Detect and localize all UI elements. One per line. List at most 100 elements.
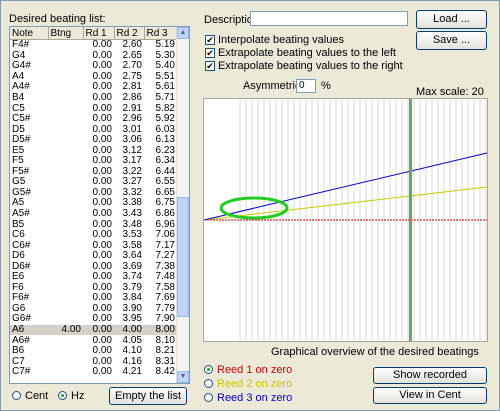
save-button[interactable]: Save ... [416,31,487,50]
table-cell: 5.92 [155,113,175,125]
table-cell: 0.00 [92,250,112,262]
scroll-up-icon[interactable]: ▲ [177,27,189,39]
table-cell: B6 [12,345,25,357]
table-cell: 0.00 [92,271,112,283]
view-in-cent-button[interactable]: View in Cent [373,387,487,404]
table-cell: 7.27 [155,250,175,262]
interpolate-checkbox[interactable]: ✔ [205,35,215,45]
column-header[interactable]: Rd 1 [83,27,115,40]
table-cell: F5 [12,155,24,167]
graph-caption: Graphical overview of the desired beatin… [271,346,479,358]
list-scrollbar[interactable]: ▲ ▼ [176,27,189,383]
scroll-thumb[interactable] [177,197,189,317]
beating-table: Note Btng Rd 1 Rd 2 Rd 3 F4# 0.00 2.60 5.19 G4 0.… [10,27,178,378]
table-cell: D6 [12,250,25,262]
column-header[interactable]: Btng [48,27,84,40]
extrap-right-checkbox[interactable]: ✔ [205,61,215,71]
table-cell: C7# [12,366,31,378]
table-cell: 4.00 [114,325,144,336]
empty-list-button[interactable]: Empty the list [109,387,187,405]
table-cell: C6 [12,229,25,241]
graph-canvas [204,99,487,341]
table-cell [48,230,83,241]
table-cell: 0.00 [92,39,112,51]
table-cell: 3.74 [122,271,142,283]
table-cell: 8.21 [155,345,175,357]
table-cell: 0.00 [92,155,112,167]
table-cell: C5# [12,113,31,125]
column-header[interactable]: Note [10,27,49,40]
table-cell: E6 [12,271,25,283]
table-cell: 2.60 [122,39,142,51]
table-row[interactable]: C6 0.00 3.53 7.06 [10,230,177,241]
table-row[interactable]: D5# 0.00 3.06 6.13 [10,135,177,146]
scroll-down-icon[interactable]: ▼ [177,371,189,383]
column-header[interactable]: Rd 2 [114,27,145,40]
table-cell [48,93,83,104]
table-cell: 4.21 [122,366,142,378]
table-cell [48,367,83,378]
table-row[interactable]: D6 0.00 3.64 7.27 [10,251,177,262]
table-row[interactable]: A5# 0.00 3.43 6.86 [10,209,177,220]
table-cell [48,198,83,209]
table-row[interactable]: E6 0.00 3.74 7.48 [10,272,177,283]
table-cell [48,114,83,125]
table-cell [48,261,83,272]
table-cell [48,251,83,262]
column-header[interactable]: Rd 3 [144,27,178,40]
table-row[interactable]: A6 4.00 0.00 4.00 8.00 [10,325,177,336]
table-cell: 7.06 [155,229,175,241]
list-label: Desired beating list: [9,13,106,25]
table-cell: 5.19 [155,39,175,51]
table-cell: B4 [12,92,25,103]
table-cell [48,356,83,367]
table-cell [48,293,83,304]
table-cell [48,145,83,156]
reed2-label: Reed 2 on zero [217,378,293,390]
reed3-label: Reed 3 on zero [217,392,293,404]
asymmetricity-input[interactable]: 0 [296,79,316,93]
table-cell [48,283,83,294]
beating-graph[interactable] [203,98,488,342]
reed2-radio[interactable] [204,379,213,388]
reed1-label: Reed 1 on zero [217,364,293,376]
table-cell [48,346,83,357]
cent-radio[interactable] [12,391,21,400]
show-recorded-button[interactable]: Show recorded [373,367,487,384]
reed1-radio[interactable] [204,365,213,374]
load-button[interactable]: Load ... [416,10,487,29]
hz-radio[interactable] [58,391,67,400]
table-row[interactable]: B6 0.00 4.10 8.21 [10,346,177,357]
table-cell [48,124,83,135]
table-cell [48,167,83,178]
table-row[interactable]: F5 0.00 3.17 6.34 [10,156,177,167]
table-row[interactable]: F4# 0.00 2.60 5.19 [10,40,177,51]
table-cell: A6 [10,325,48,336]
table-row[interactable]: C7# 0.00 4.21 8.42 [10,367,177,378]
table-cell [48,188,83,199]
beating-list[interactable]: Note Btng Rd 1 Rd 2 Rd 3 F4# 0.00 2.60 5.19 G4 0.… [9,26,190,384]
table-cell [48,240,83,251]
table-cell [48,40,83,51]
table-cell: 0.00 [92,208,112,220]
table-cell: 3.17 [122,155,142,167]
table-cell: 2.96 [122,113,142,125]
table-cell: 5.71 [155,92,175,103]
hz-label: Hz [71,390,85,402]
reed3-radio[interactable] [204,393,213,402]
table-cell: 0.00 [92,134,112,146]
table-cell: 3.06 [122,134,142,146]
table-cell [48,304,83,315]
table-cell: 0.00 [92,229,112,241]
table-cell: F4# [12,39,30,51]
table-row[interactable]: C5# 0.00 2.96 5.92 [10,114,177,125]
extrap-left-checkbox[interactable]: ✔ [205,48,215,58]
table-cell: 8.00 [144,325,177,336]
extrap-right-label: Extrapolate beating values to the right [218,60,403,72]
description-input[interactable] [250,11,408,26]
table-cell: 8.42 [155,366,175,378]
table-row[interactable]: B4 0.00 2.86 5.71 [10,93,177,104]
table-cell: 0.00 [92,345,112,357]
table-cell: 3.53 [122,229,142,241]
table-cell: 4.00 [48,325,83,336]
